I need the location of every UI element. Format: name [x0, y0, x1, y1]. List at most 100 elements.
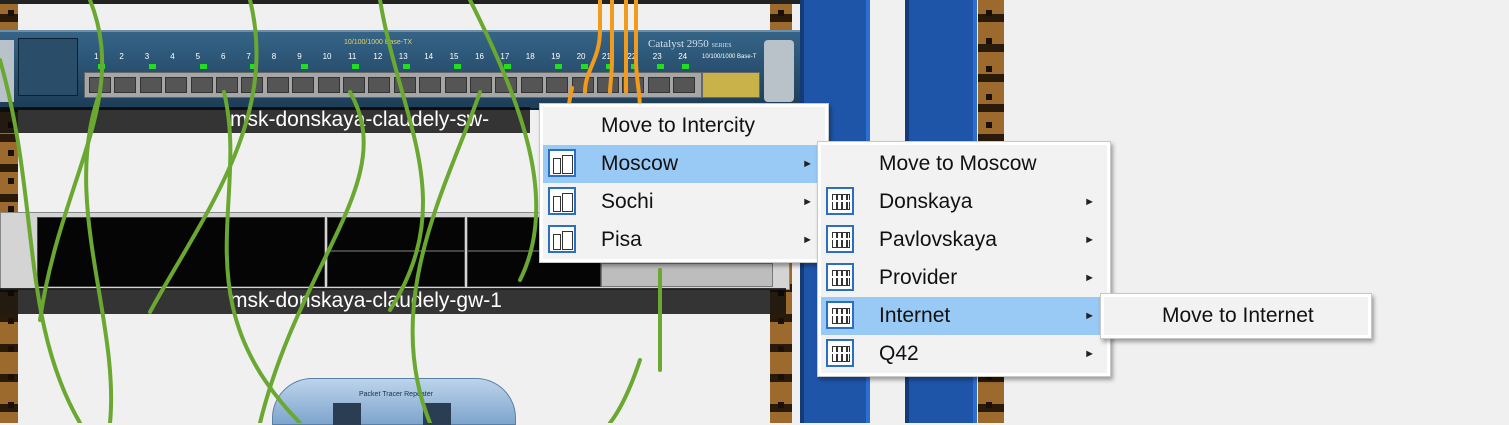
switch-port[interactable]: [597, 77, 619, 93]
rack-top-bar: [0, 0, 800, 4]
building-icon: [826, 187, 854, 215]
menu-item-label: Donskaya: [879, 190, 973, 213]
switch-port[interactable]: [190, 77, 213, 93]
port-link-led: [301, 64, 309, 69]
port-link-led: [656, 64, 664, 69]
switch-port[interactable]: [139, 77, 162, 93]
switch-port[interactable]: [622, 77, 645, 93]
port-number-label: 5: [195, 52, 201, 61]
switch-port-row: [84, 72, 702, 98]
repeater-device[interactable]: Packet Tracer Repeater: [272, 378, 516, 425]
switch-port[interactable]: [216, 77, 238, 93]
switch-port[interactable]: [114, 77, 137, 93]
switch-device[interactable]: 10/100/1000 Base-TX Catalyst 2950 SERIES…: [0, 30, 800, 110]
switch-port[interactable]: [673, 77, 696, 93]
port-number-label: 22: [627, 52, 637, 61]
switch-port[interactable]: [89, 77, 111, 93]
switch-port[interactable]: [520, 77, 543, 93]
port-number-label: 15: [449, 52, 459, 61]
port-number-label: 8: [271, 52, 277, 61]
switch-ports-caption: 10/100/1000 Base-TX: [344, 39, 413, 46]
menu-item-label: Moscow: [601, 152, 679, 175]
city-icon: [548, 187, 576, 215]
menu-item-provider[interactable]: Provider ►: [821, 259, 1107, 297]
repeater-port: [333, 403, 361, 425]
port-number-label: 16: [475, 52, 484, 61]
port-number-label: 13: [398, 52, 408, 61]
switch-port[interactable]: [444, 77, 467, 93]
menu-item-pisa[interactable]: Pisa ►: [543, 221, 825, 259]
port-link-led: [453, 64, 461, 69]
menu-item-move-to-moscow[interactable]: Move to Moscow: [821, 145, 1107, 183]
menu-item-move-to-internet[interactable]: Move to Internet: [1104, 297, 1368, 335]
port-link-led: [682, 64, 690, 69]
port-link-led: [199, 64, 207, 69]
switch-port[interactable]: [393, 77, 416, 93]
switch-port[interactable]: [368, 77, 391, 93]
menu-item-q42[interactable]: Q42 ►: [821, 335, 1107, 373]
submenu-arrow-icon: ►: [802, 158, 813, 170]
context-menu-internet: Move to Internet: [1100, 293, 1372, 339]
submenu-arrow-icon: ►: [802, 234, 813, 246]
menu-item-internet[interactable]: Internet ►: [821, 297, 1107, 335]
switch-model: Catalyst 2950 SERIES: [648, 38, 732, 50]
port-number-label: 18: [525, 52, 535, 61]
port-number-label: 14: [424, 52, 434, 61]
context-menu-root: Move to Intercity Moscow ► Sochi ► Pisa ►: [539, 103, 829, 263]
switch-port[interactable]: [546, 77, 569, 93]
gateway-slot: [327, 217, 465, 251]
switch-port[interactable]: [241, 77, 264, 93]
switch-label: msk-donskaya-claudely-sw-: [0, 107, 530, 133]
port-number-label: 23: [652, 52, 662, 61]
port-link-led: [402, 64, 410, 69]
switch-port[interactable]: [495, 77, 518, 93]
port-number-label: 12: [373, 52, 383, 61]
building-icon: [826, 301, 854, 329]
port-link-led: [250, 64, 258, 69]
switch-port[interactable]: [317, 77, 340, 93]
gateway-label: msk-donskaya-claudely-gw-1: [0, 288, 786, 314]
city-icon: [548, 225, 576, 253]
submenu-arrow-icon: ►: [1084, 234, 1095, 246]
menu-item-label: Pisa: [601, 228, 642, 251]
port-number-label: 3: [144, 52, 150, 61]
switch-port[interactable]: [343, 77, 365, 93]
gateway-slot: [37, 217, 325, 287]
switch-port[interactable]: [647, 77, 670, 93]
cable: [608, 358, 642, 423]
switch-port[interactable]: [419, 77, 442, 93]
switch-port[interactable]: [571, 77, 594, 93]
port-number-label: 6: [221, 52, 226, 61]
port-link-led: [504, 64, 512, 69]
menu-item-label: Q42: [879, 342, 919, 365]
building-icon: [826, 225, 854, 253]
switch-port[interactable]: [266, 77, 289, 93]
switch-port[interactable]: [292, 77, 315, 93]
menu-item-label: Pavlovskaya: [879, 228, 997, 251]
port-number-label: 17: [500, 52, 510, 61]
menu-item-sochi[interactable]: Sochi ►: [543, 183, 825, 221]
repeater-caption: Packet Tracer Repeater: [359, 391, 433, 398]
submenu-arrow-icon: ►: [1084, 310, 1095, 322]
port-number-label: 24: [678, 52, 688, 61]
menu-item-moscow[interactable]: Moscow ►: [543, 145, 825, 183]
menu-item-pavlovskaya[interactable]: Pavlovskaya ►: [821, 221, 1107, 259]
repeater-port: [423, 403, 451, 425]
port-number-label: 2: [119, 52, 124, 61]
building-icon: [826, 263, 854, 291]
switch-port[interactable]: [470, 77, 492, 93]
switch-uplink-ports: [702, 72, 760, 98]
menu-item-move-to-intercity[interactable]: Move to Intercity: [543, 107, 825, 145]
switch-port[interactable]: [165, 77, 188, 93]
submenu-arrow-icon: ►: [1084, 196, 1095, 208]
port-number-label: 19: [551, 52, 561, 61]
gateway-ports-panel: [601, 263, 773, 287]
port-number-label: 10: [322, 52, 332, 61]
port-link-led: [606, 64, 613, 69]
port-link-led: [631, 64, 639, 69]
context-menu-moscow: Move to Moscow Donskaya ► Pavlovskaya ► Provi…: [817, 141, 1111, 377]
menu-item-donskaya[interactable]: Donskaya ►: [821, 183, 1107, 221]
port-number-label: 4: [170, 52, 175, 61]
switch-left-ear: [0, 40, 14, 102]
submenu-arrow-icon: ►: [1084, 348, 1095, 360]
